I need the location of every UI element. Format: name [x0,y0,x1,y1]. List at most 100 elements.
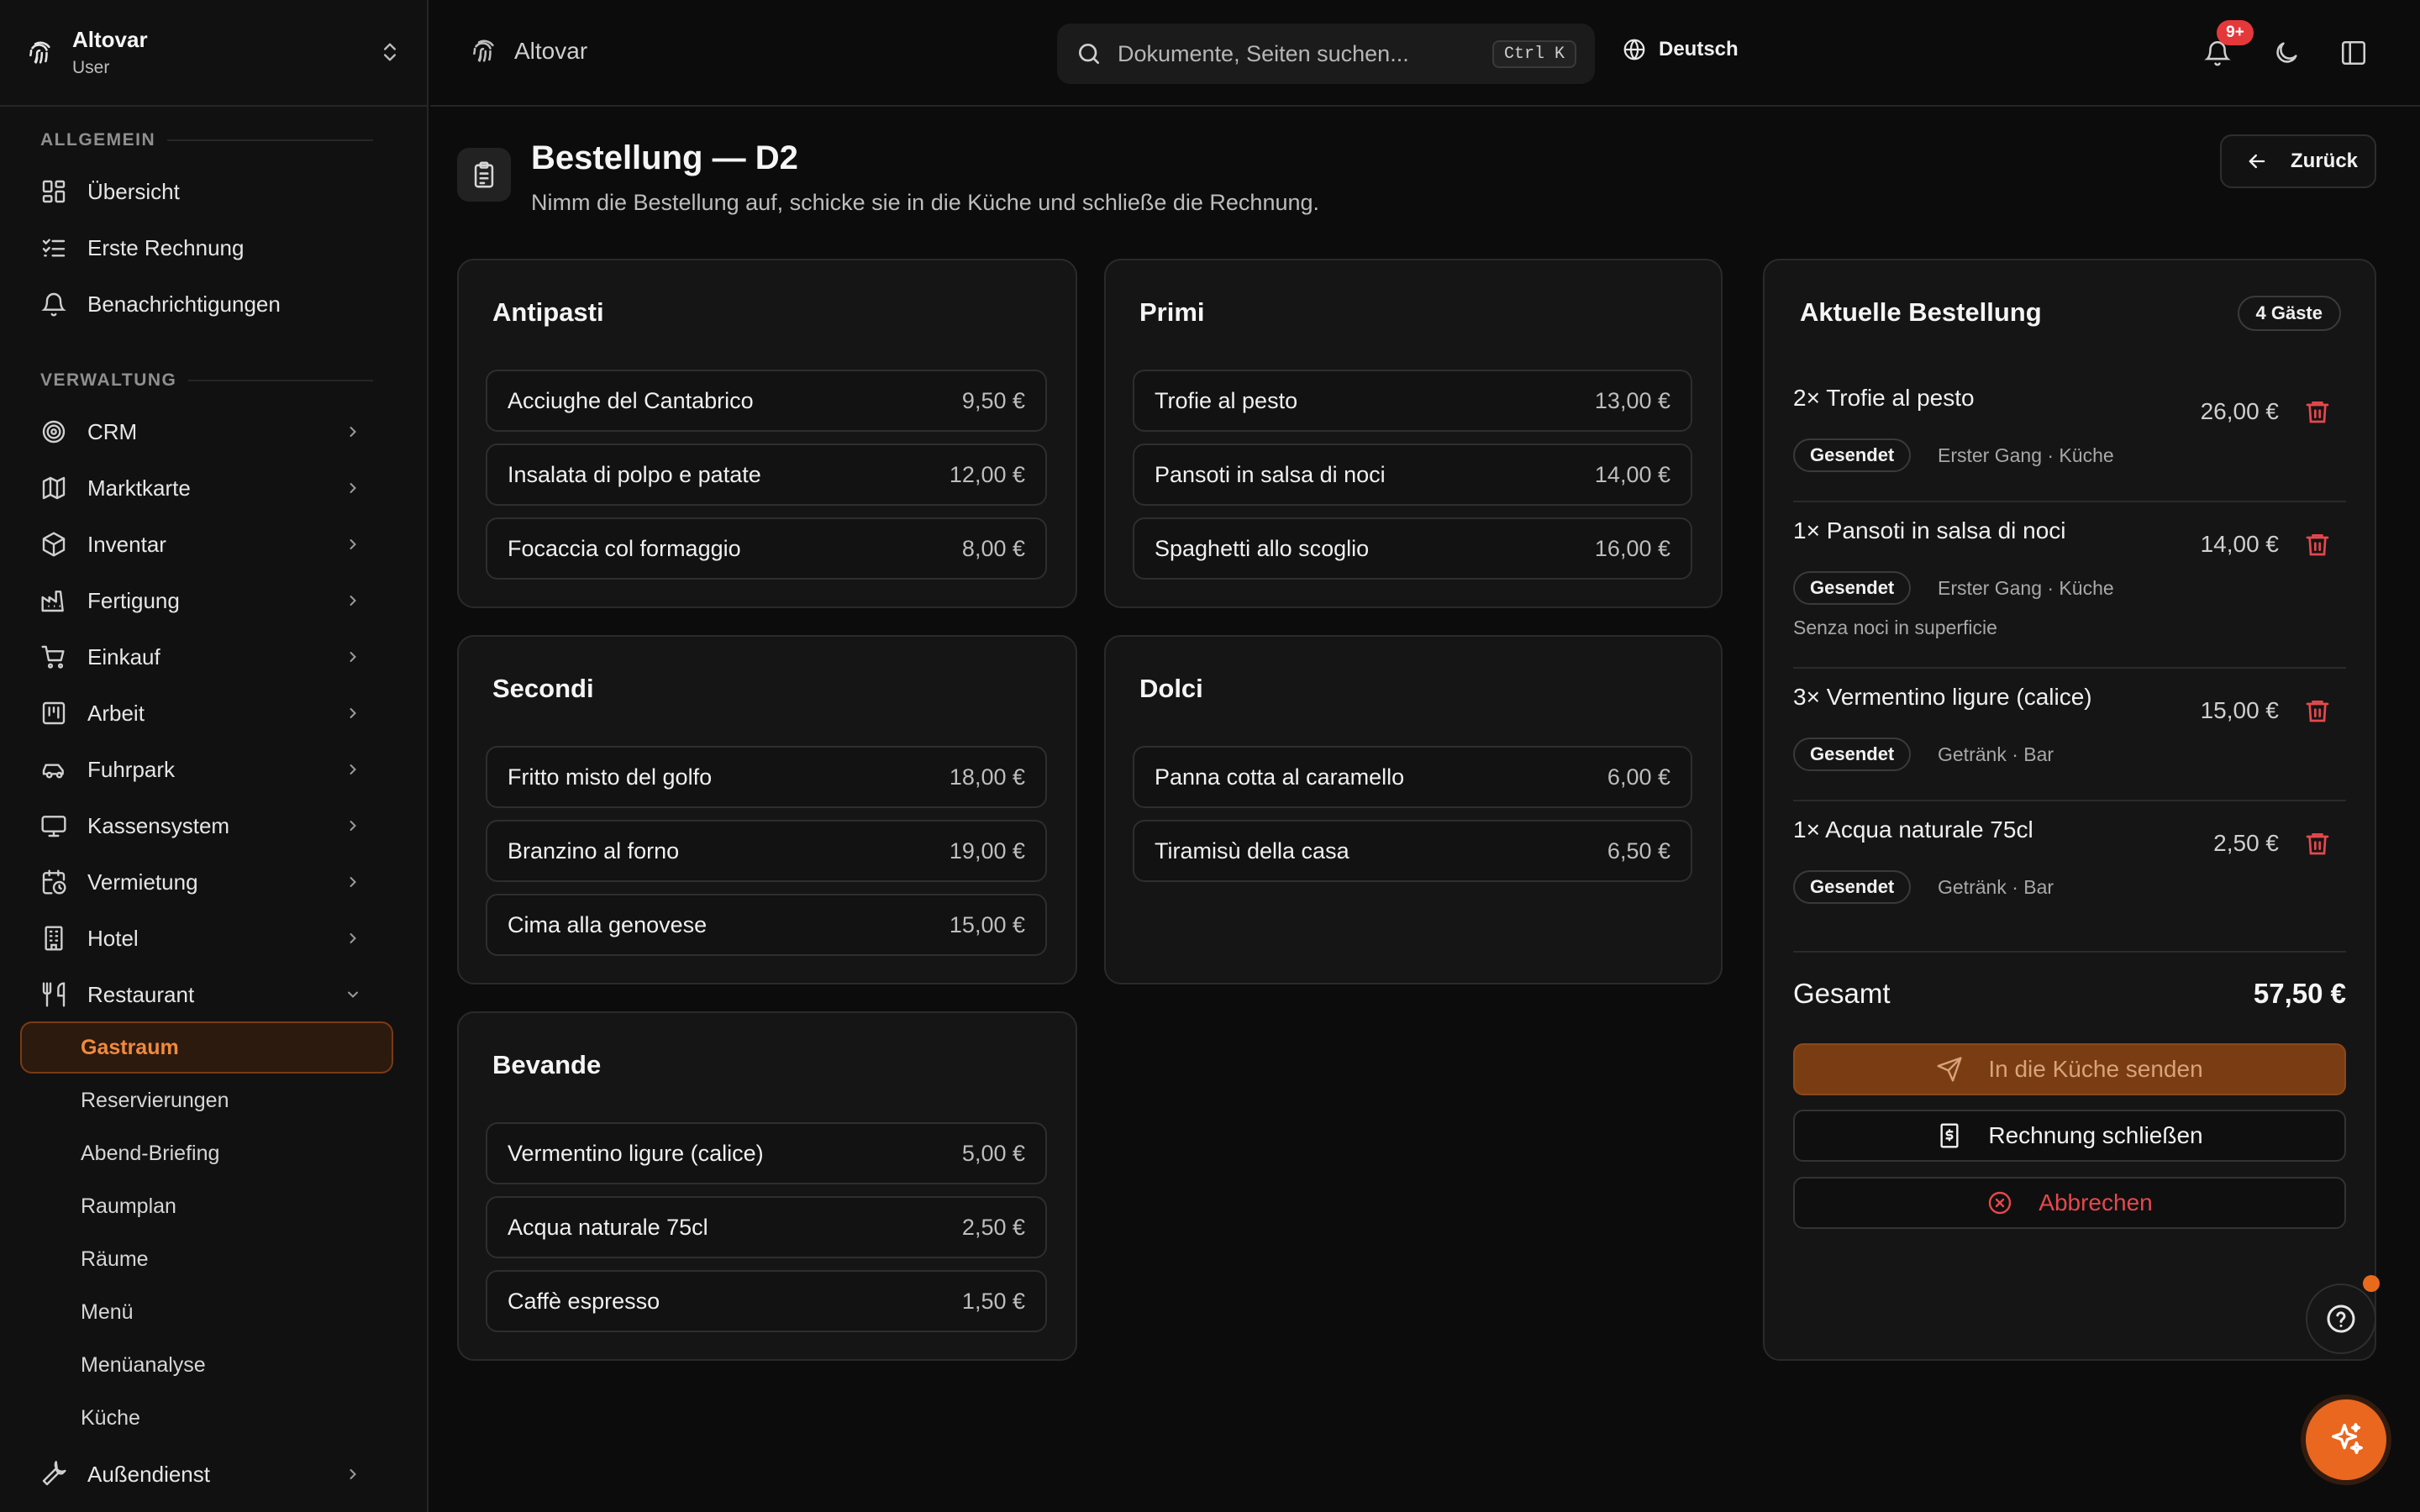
dish-name: Cima alla genovese [508,911,708,937]
sidebar-item-field-service[interactable]: Außendienst [20,1450,387,1499]
menu-item[interactable]: Trofie al pesto 13,00 € [1133,370,1692,432]
order-line-meta: Getränk · Bar [1938,743,2054,765]
sidebar-item-market-map[interactable]: Marktkarte [20,464,387,512]
language-switcher[interactable]: Deutsch [1622,37,1739,62]
search-input[interactable] [1118,40,1492,67]
menu-item[interactable]: Focaccia col formaggio 8,00 € [486,517,1047,580]
order-line-price: 15,00 € [2200,697,2279,723]
menu-item[interactable]: Acciughe del Cantabrico 9,50 € [486,370,1047,432]
search-bar[interactable]: Ctrl K [1057,24,1595,84]
car-icon [40,756,67,783]
user-role: User [72,58,110,77]
chevron-right-icon [345,1466,361,1483]
help-button[interactable] [2306,1284,2376,1354]
menu-item[interactable]: Vermentino ligure (calice) 5,00 € [486,1122,1047,1184]
sidebar-item-label: Einkauf [87,643,160,669]
moon-icon[interactable] [2272,39,2301,67]
menu-item[interactable]: Spaghetti allo scoglio 16,00 € [1133,517,1692,580]
menu-item[interactable]: Caffè espresso 1,50 € [486,1270,1047,1332]
order-line-meta: Erster Gang · Küche [1938,577,2114,599]
chevron-right-icon [345,648,361,665]
trash-icon[interactable] [2304,697,2331,724]
sidebar-toggle-icon[interactable] [2339,39,2368,67]
order-title: Aktuelle Bestellung [1800,297,2042,327]
sidebar-item-label: Marktkarte [87,475,191,501]
guest-count-badge: 4 Gäste [2237,296,2341,331]
globe-icon [1623,39,1645,60]
sidebar-subitem-menu[interactable]: Menü [20,1286,393,1338]
sidebar-item-hotel[interactable]: Hotel [20,914,387,963]
category-title: Primi [1139,297,1205,327]
order-line-name: 1× Pansoti in salsa di noci [1793,517,2066,543]
monitor-icon [40,812,67,839]
chevron-right-icon [345,874,361,890]
search-icon [1076,40,1102,67]
trash-icon[interactable] [2304,398,2331,425]
menu-item[interactable]: Branzino al forno 19,00 € [486,820,1047,882]
divider [1793,667,2346,669]
sidebar-item-rental[interactable]: Vermietung [20,858,387,906]
dish-price: 14,00 € [1594,461,1670,487]
dish-price: 8,00 € [961,535,1025,561]
menu-item[interactable]: Acqua naturale 75cl 2,50 € [486,1196,1047,1258]
workspace-switcher[interactable]: Altovar User [0,0,427,107]
sidebar-item-manufacturing[interactable]: Fertigung [20,576,387,625]
sidebar-item-inventory[interactable]: Inventar [20,520,387,569]
sidebar-subitem-dining-room[interactable]: Gastraum [20,1021,393,1074]
chevron-right-icon [345,761,361,778]
sidebar-subitem-floor-plan[interactable]: Raumplan [20,1180,393,1232]
menu-item[interactable]: Tiramisù della casa 6,50 € [1133,820,1692,882]
sidebar-item-work[interactable]: Arbeit [20,689,387,738]
sidebar-subitem-evening-briefing[interactable]: Abend-Briefing [20,1127,393,1179]
sidebar-item-notifications[interactable]: Benachrichtigungen [20,280,387,328]
close-bill-button[interactable]: Rechnung schließen [1793,1110,2346,1162]
sidebar-item-first-invoice[interactable]: Erste Rechnung [20,223,387,272]
breadcrumb[interactable]: Altovar [469,37,587,66]
send-to-kitchen-label: In die Küche senden [1988,1056,2203,1082]
sidebar-item-restaurant[interactable]: Restaurant [20,970,387,1019]
menu-category-dolci: Dolci Panna cotta al caramello 6,00 € Tir… [1104,635,1723,984]
sidebar-item-label: Vermietung [87,869,198,895]
total-label: Gesamt [1793,978,1891,1009]
dish-price: 6,00 € [1607,764,1670,790]
ai-assistant-button[interactable] [2306,1399,2386,1480]
trash-icon[interactable] [2304,531,2331,558]
fingerprint-icon [469,37,497,66]
cancel-button[interactable]: Abbrechen [1793,1177,2346,1229]
sidebar-subitem-kitchen[interactable]: Küche [20,1392,393,1444]
page-title: Bestellung — D2 [531,139,798,176]
clipboard-icon [457,148,511,202]
calendar-clock-icon [40,869,67,895]
send-to-kitchen-button[interactable]: In die Küche senden [1793,1043,2346,1095]
chevrons-up-down-icon [378,40,402,66]
sidebar-item-label: Übersicht [87,178,180,204]
menu-item[interactable]: Fritto misto del golfo 18,00 € [486,746,1047,808]
sidebar-subitem-reservations[interactable]: Reservierungen [20,1074,393,1126]
sidebar-item-label: Außendienst [87,1461,210,1487]
sidebar-subitem-rooms[interactable]: Räume [20,1233,393,1285]
menu-item[interactable]: Insalata di polpo e patate 12,00 € [486,444,1047,506]
menu-item[interactable]: Cima alla genovese 15,00 € [486,894,1047,956]
menu-item[interactable]: Pansoti in salsa di noci 14,00 € [1133,444,1692,506]
cancel-label: Abbrechen [2039,1189,2153,1215]
factory-icon [40,587,67,614]
sidebar-item-purchasing[interactable]: Einkauf [20,633,387,681]
trash-icon[interactable] [2304,830,2331,857]
sidebar-item-crm[interactable]: CRM [20,407,387,456]
sidebar-item-fleet[interactable]: Fuhrpark [20,745,387,794]
fingerprint-icon [25,39,54,67]
menu-item[interactable]: Panna cotta al caramello 6,00 € [1133,746,1692,808]
sidebar-item-pos[interactable]: Kassensystem [20,801,387,850]
kanban-icon [40,700,67,727]
sidebar-item-overview[interactable]: Übersicht [20,167,387,216]
dish-price: 16,00 € [1594,535,1670,561]
chevron-down-icon [345,986,361,1003]
target-icon [40,418,67,445]
dish-name: Pansoti in salsa di noci [1155,461,1386,487]
dish-price: 19,00 € [949,837,1025,864]
back-button[interactable]: Zurück [2220,134,2376,188]
order-line: 3× Vermentino ligure (calice) 15,00 € Ge… [1793,684,2346,785]
current-order-panel: Aktuelle Bestellung 4 Gäste 2× Trofie al… [1763,259,2376,1361]
order-line-meta: Getränk · Bar [1938,876,2054,898]
sidebar-subitem-menu-analysis[interactable]: Menüanalyse [20,1339,393,1391]
